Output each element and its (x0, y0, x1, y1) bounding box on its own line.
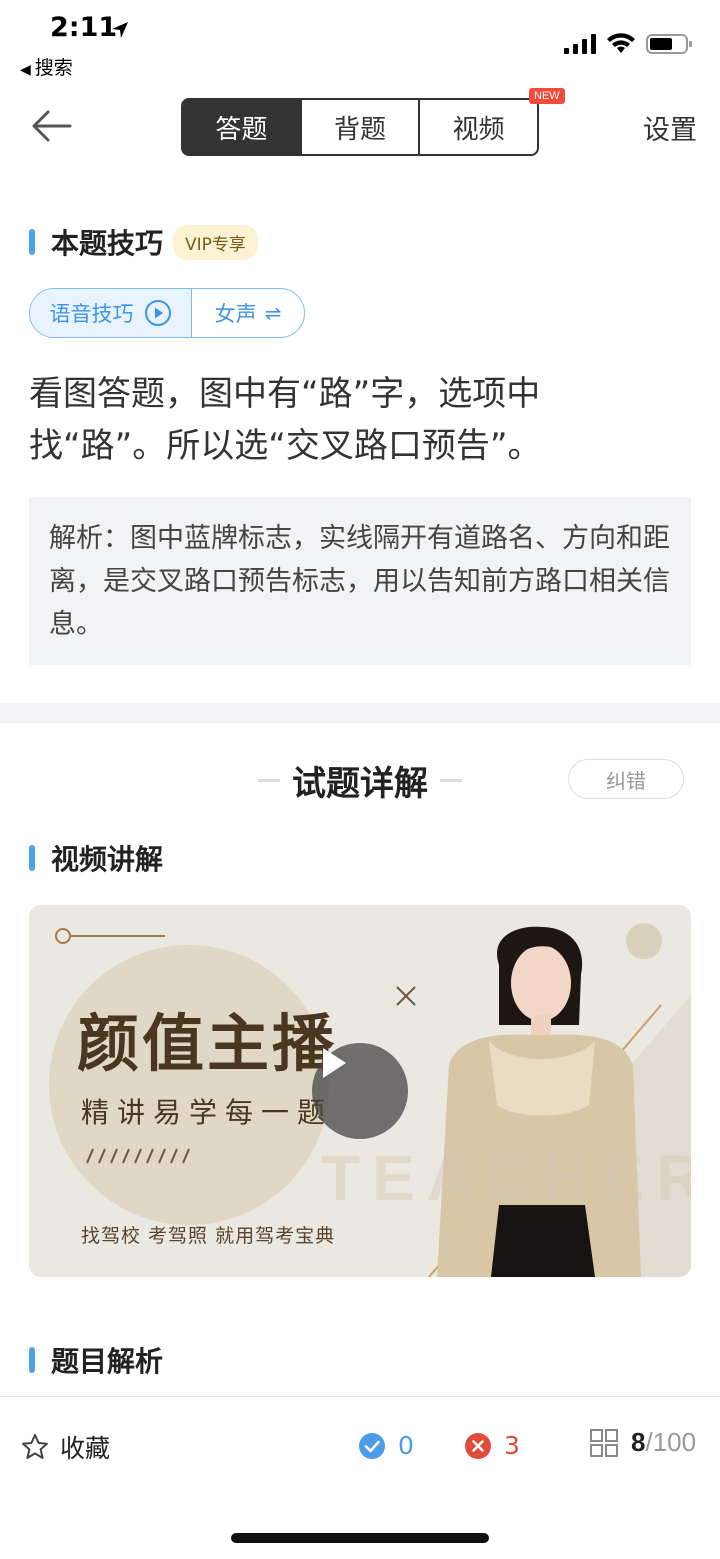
wrong-count-value: 3 (504, 1431, 520, 1460)
wrong-count[interactable]: 3 (464, 1431, 520, 1460)
tips-title: 本题技巧 (51, 227, 164, 260)
status-time: 2:11 (50, 12, 118, 43)
progress-current: 8 (631, 1427, 646, 1457)
report-error-button[interactable]: 纠错 (568, 759, 684, 799)
tab-video[interactable]: 视频 (420, 100, 537, 154)
back-triangle-icon: ◀ (20, 62, 31, 78)
tab-recite[interactable]: 背题 (302, 100, 421, 154)
section-marker (29, 1347, 35, 1373)
tab-answer[interactable]: 答题 (183, 100, 302, 154)
video-play-button[interactable] (312, 1043, 408, 1139)
new-badge: NEW (529, 88, 565, 104)
section-marker (29, 229, 35, 255)
vip-badge: VIP专享 (173, 224, 258, 260)
location-arrow-icon (112, 22, 128, 38)
settings-button[interactable]: 设置 (643, 108, 697, 147)
correct-count[interactable]: 0 (358, 1431, 414, 1460)
video-section-title: 视频讲解 (51, 843, 164, 876)
title-dash-left (258, 778, 280, 782)
title-dash-right (440, 778, 462, 782)
video-card[interactable]: TEACHER 颜值主播 精讲易学每一题 找驾校 考驾照 就用驾考宝典 (29, 905, 691, 1277)
voice-tip-play-button[interactable]: 语音技巧 (30, 289, 192, 337)
detail-title: 试题详解 (292, 763, 428, 804)
video-subline: 精讲易学每一题 (81, 1096, 334, 1129)
voice-gender-toggle[interactable]: 女声 ⇌ (192, 289, 304, 337)
x-circle-icon (465, 1432, 491, 1459)
voice-gender-label: 女声 (214, 302, 257, 326)
bottom-bar: 收藏 0 3 8/100 (0, 1396, 720, 1496)
video-watermark: TEACHER (321, 1142, 691, 1214)
play-icon (323, 1048, 346, 1078)
question-analysis-title: 题目解析 (51, 1345, 164, 1378)
grid-icon (590, 1428, 618, 1457)
question-analysis-header: 题目解析 (29, 1340, 163, 1380)
favorite-button[interactable]: 收藏 (20, 1429, 110, 1465)
wifi-icon (607, 33, 635, 53)
correct-count-value: 0 (398, 1431, 414, 1460)
swap-icon: ⇌ (264, 301, 282, 325)
video-slogan: 找驾校 考驾照 就用驾考宝典 (81, 1225, 336, 1247)
mode-tabs: 答题 背题 视频 (181, 98, 539, 156)
tips-header: 本题技巧 VIP专享 (29, 222, 258, 262)
section-marker (29, 845, 35, 871)
top-nav: 答题 背题 视频 (0, 90, 720, 165)
back-arrow-icon[interactable] (30, 108, 74, 144)
cellular-signal-icon (564, 34, 596, 54)
back-app-label: 搜索 (34, 57, 73, 79)
battery-icon (646, 34, 692, 54)
play-circle-icon (144, 300, 171, 326)
section-divider (0, 703, 720, 723)
favorite-label: 收藏 (60, 1434, 111, 1463)
home-indicator[interactable] (231, 1533, 489, 1543)
check-circle-icon (359, 1432, 385, 1459)
video-section-header: 视频讲解 (29, 838, 163, 878)
video-headline: 颜值主播 (77, 1007, 338, 1080)
question-progress[interactable]: 8/100 (589, 1427, 696, 1458)
back-to-app[interactable]: ◀ 搜索 (20, 53, 73, 80)
voice-tip-control: 语音技巧 女声 ⇌ (29, 288, 305, 338)
star-icon (22, 1434, 48, 1459)
progress-total: /100 (645, 1427, 697, 1457)
analysis-box: 解析：图中蓝牌标志，实线隔开有道路名、方向和距离，是交叉路口预告标志，用以告知前… (29, 497, 691, 665)
status-bar: 2:11 ◀ 搜索 (0, 0, 720, 82)
tip-text: 看图答题，图中有“路”字，选项中找“路”。所以选“交叉路口预告”。 (29, 374, 542, 466)
voice-tip-label: 语音技巧 (49, 302, 134, 326)
